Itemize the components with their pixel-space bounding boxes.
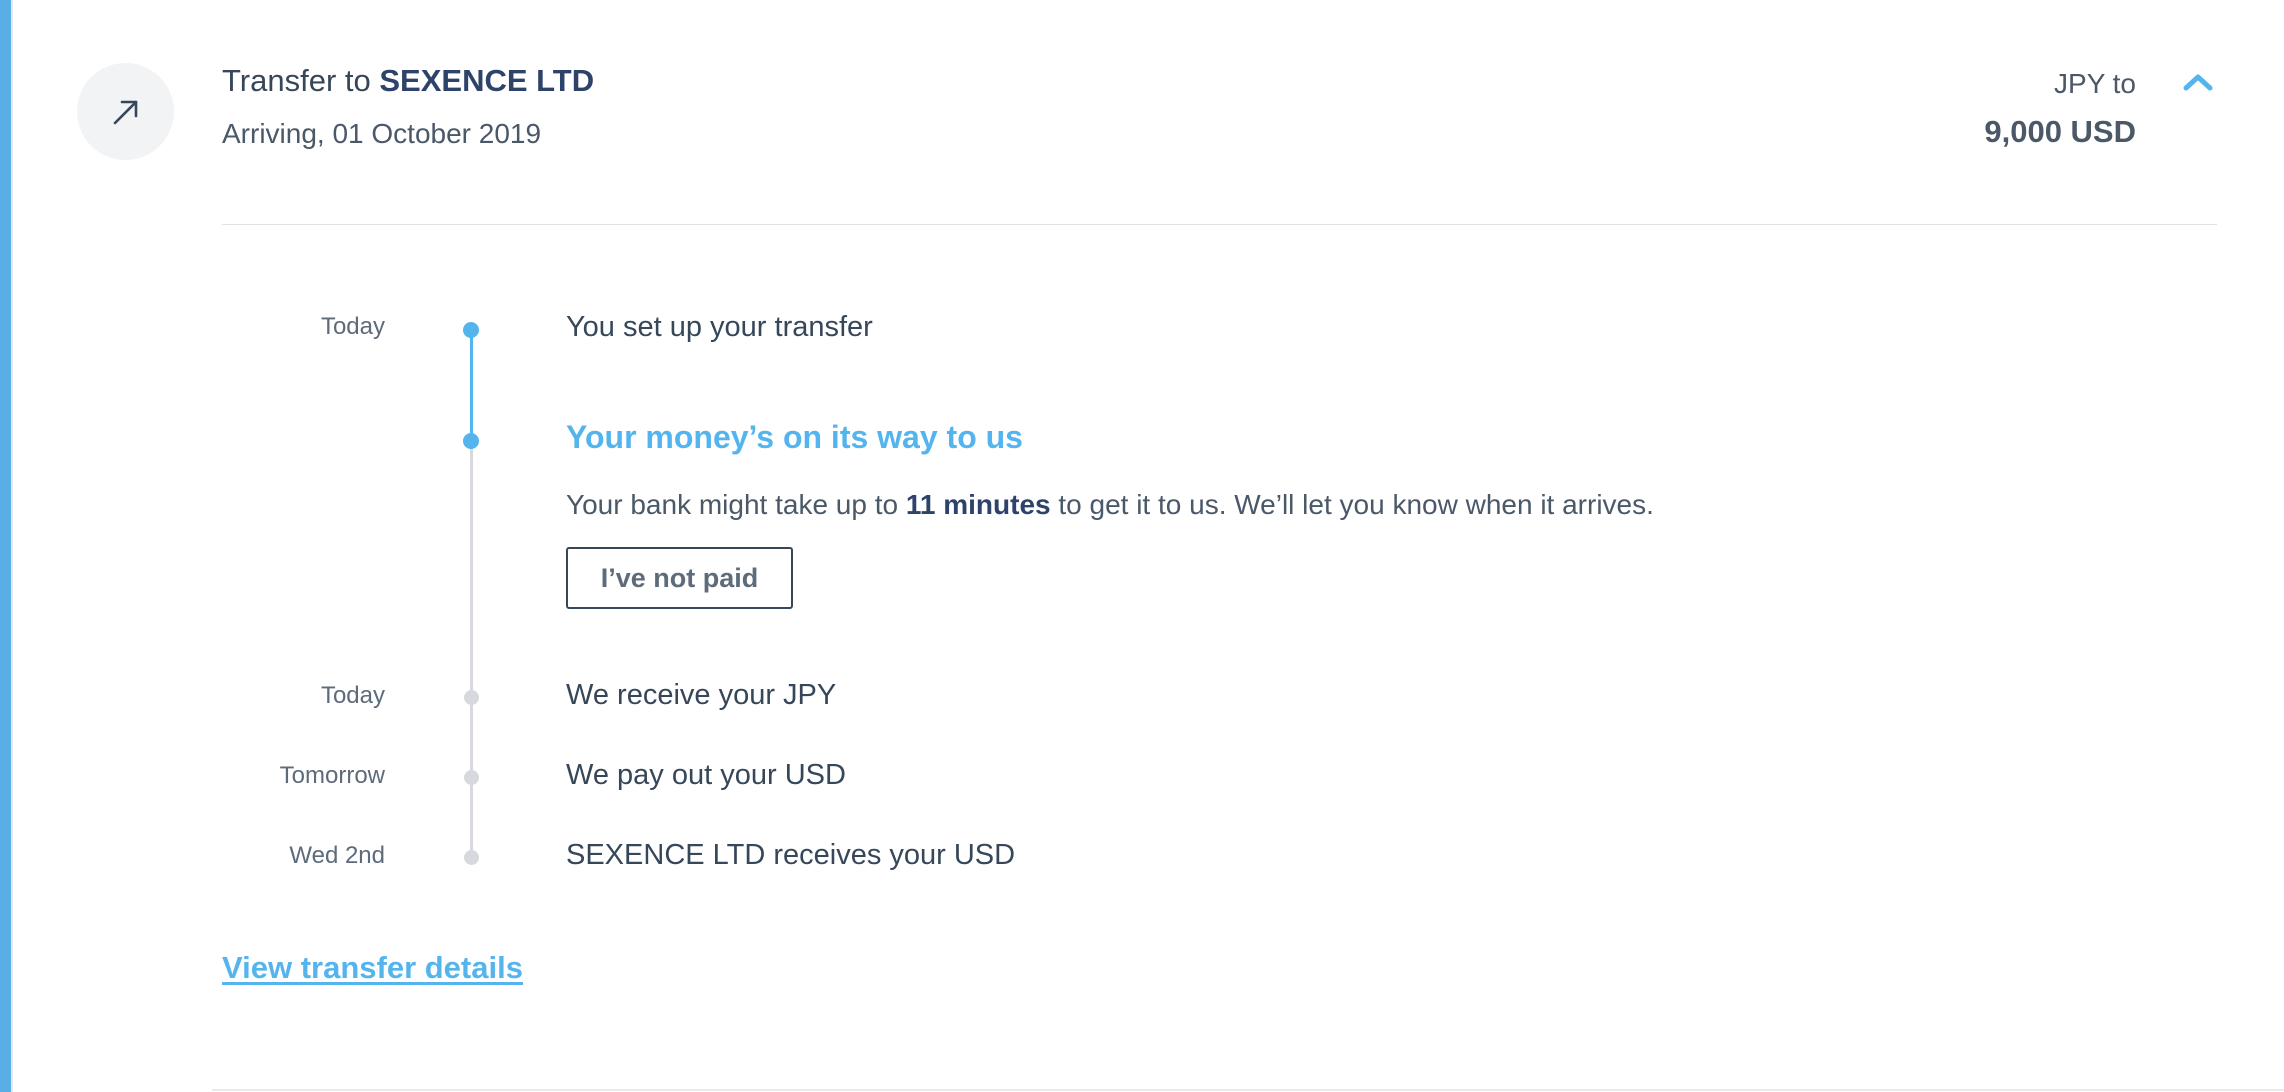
current-step-description: Your bank might take up to 11 minutes to… bbox=[566, 489, 1654, 521]
collapse-button[interactable] bbox=[2180, 68, 2216, 96]
timeline-pending-line bbox=[470, 440, 473, 858]
timeline-step-text: We receive your JPY bbox=[566, 679, 837, 711]
active-accent-bar bbox=[0, 0, 13, 1092]
source-currency: JPY to bbox=[2054, 68, 2136, 99]
transfer-title-prefix: Transfer to bbox=[222, 63, 371, 98]
arrival-date: Arriving, 01 October 2019 bbox=[222, 118, 542, 149]
current-step-heading: Your money’s on its way to us bbox=[566, 419, 1023, 455]
transfer-card: Transfer to SEXENCE LTD Arriving, 01 Oct… bbox=[0, 0, 2284, 1092]
desc-highlight-duration: 11 minutes bbox=[905, 489, 1051, 520]
view-transfer-details-link[interactable]: View transfer details bbox=[222, 950, 523, 986]
timeline-step-text: SEXENCE LTD receives your USD bbox=[566, 839, 1016, 871]
timeline-step-text: You set up your transfer bbox=[566, 311, 873, 343]
timeline-date: Today bbox=[320, 313, 385, 340]
desc-text-after: to get it to us. We’ll let you know when… bbox=[1058, 489, 1654, 520]
card-bottom-divider bbox=[212, 1089, 2284, 1091]
not-paid-button[interactable]: I’ve not paid bbox=[566, 547, 793, 609]
timeline-dot-current bbox=[463, 433, 479, 449]
timeline-dot-pending bbox=[464, 770, 479, 785]
transfer-title: Transfer to SEXENCE LTD bbox=[222, 63, 594, 99]
recipient-name: SEXENCE LTD bbox=[379, 63, 595, 98]
timeline-dot-complete bbox=[463, 322, 479, 338]
target-amount: 9,000 USD bbox=[1984, 114, 2136, 149]
timeline-dot-pending bbox=[464, 850, 479, 865]
timeline-date: Today bbox=[320, 682, 385, 709]
arrow-up-right-icon bbox=[113, 100, 137, 124]
transfer-type-avatar bbox=[77, 63, 174, 160]
timeline-date: Tomorrow bbox=[279, 762, 385, 789]
timeline-step-text: We pay out your USD bbox=[566, 759, 846, 791]
desc-text-before: Your bank might take up to bbox=[566, 489, 899, 520]
timeline-date: Wed 2nd bbox=[289, 842, 385, 869]
header-divider bbox=[222, 224, 2217, 225]
chevron-up-icon bbox=[2183, 74, 2213, 91]
timeline-dot-pending bbox=[464, 690, 479, 705]
timeline-progress-line bbox=[470, 330, 473, 440]
